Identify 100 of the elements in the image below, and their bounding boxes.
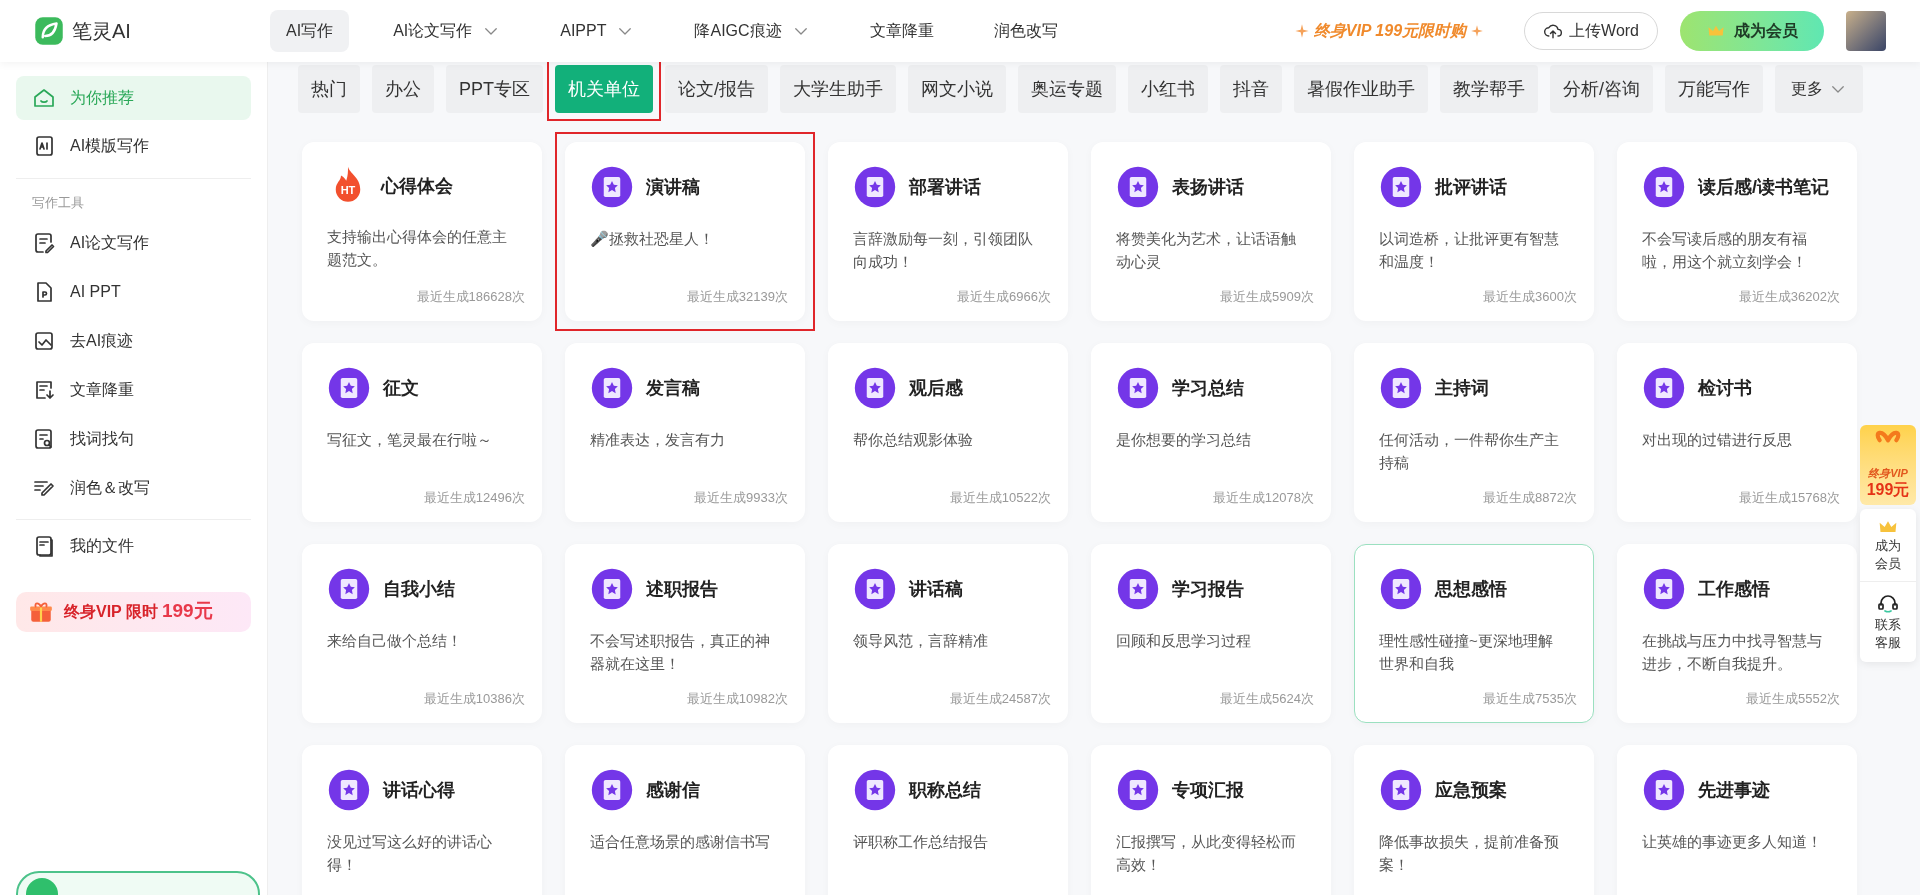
card-title: 主持词 <box>1435 376 1489 400</box>
card-description: 适合任意场景的感谢信书写 <box>590 832 771 852</box>
category-tab[interactable]: 小红书 <box>1128 65 1209 113</box>
star-document-icon <box>1116 567 1160 611</box>
template-card[interactable]: 述职报告 不会写述职报告，真正的神器就在这里！ 最近生成10982次 <box>565 544 805 723</box>
sidebar-item[interactable]: 去AI痕迹 <box>16 318 251 363</box>
card-description: 汇报撰写，从此变得轻松而高效！ <box>1116 832 1297 875</box>
sidebar-item[interactable]: 我的文件 <box>16 523 251 568</box>
usage-count: 最近生成36202次 <box>1738 287 1840 306</box>
template-card[interactable]: 先进事迹 让英雄的事迹更多人知道！ <box>1617 745 1857 895</box>
nav-tab[interactable]: 文章降重 <box>853 10 950 52</box>
sidebar-item[interactable]: 文章降重 <box>16 367 251 412</box>
star-document-icon <box>1642 366 1686 410</box>
template-card[interactable]: 思想感悟 理性感性碰撞~更深地理解世界和自我 最近生成7535次 <box>1354 544 1594 723</box>
nav-tab[interactable]: AI论文写作 <box>377 10 517 52</box>
card-description: 降低事故损失，提前准备预案！ <box>1379 832 1560 875</box>
star-document-icon <box>590 768 634 812</box>
template-card[interactable]: 批评讲话 以词造桥，让批评更有智慧和温度！ 最近生成3600次 <box>1354 142 1594 321</box>
template-card[interactable]: HT 心得体会 支持输出心得体会的任意主题范文。 最近生成186628次 <box>302 142 542 321</box>
category-tab[interactable]: 奥运专题 <box>1018 65 1117 113</box>
star-document-icon <box>1642 165 1686 209</box>
card-title: 检讨书 <box>1698 376 1752 400</box>
sidebar-item[interactable]: 润色＆改写 <box>16 465 251 510</box>
card-description: 不会写述职报告，真正的神器就在这里！ <box>590 631 771 674</box>
star-document-icon <box>327 366 371 410</box>
template-card[interactable]: 专项汇报 汇报撰写，从此变得轻松而高效！ <box>1091 745 1331 895</box>
nav-tab[interactable]: AIPPT <box>544 10 651 52</box>
star-document-icon <box>853 165 897 209</box>
nav-tab[interactable]: 降AIGC痕迹 <box>678 10 826 52</box>
star-document-icon <box>1116 768 1160 812</box>
nav-tab[interactable]: AI写作 <box>270 10 350 52</box>
template-card[interactable]: 部署讲话 言辞激励每一刻，引领团队向成功！ 最近生成6966次 <box>828 142 1068 321</box>
card-title: 演讲稿 <box>646 175 700 199</box>
category-tab[interactable]: 暑假作业助手 <box>1294 65 1429 113</box>
category-tab[interactable]: 大学生助手 <box>780 65 897 113</box>
template-card[interactable]: 自我小结 来给自己做个总结！ 最近生成10386次 <box>302 544 542 723</box>
template-card[interactable]: 学习报告 回顾和反思学习过程 最近生成5624次 <box>1091 544 1331 723</box>
card-description: 写征文，笔灵最在行啦～ <box>327 430 493 450</box>
card-title: 工作感悟 <box>1698 577 1770 601</box>
gift-text: 终身VIP <box>1868 465 1908 481</box>
star-document-icon <box>1642 768 1686 812</box>
usage-count: 最近生成32139次 <box>686 287 788 306</box>
template-card[interactable]: 职称总结 评职称工作总结报告 <box>828 745 1068 895</box>
template-card[interactable]: 发言稿 精准表达，发言有力 最近生成9933次 <box>565 343 805 522</box>
card-title: 部署讲话 <box>909 175 981 199</box>
category-tab[interactable]: 教学帮手 <box>1440 65 1539 113</box>
template-card[interactable]: 征文 写征文，笔灵最在行啦～ 最近生成12496次 <box>302 343 542 522</box>
gift-price: 199元 <box>1866 481 1910 499</box>
usage-count: 最近生成6966次 <box>957 287 1051 306</box>
category-tab[interactable]: 分析/咨询 <box>1550 65 1654 113</box>
category-tab[interactable]: 论文/报告 <box>665 65 769 113</box>
vip-banner-text: 终身VIP 限时 <box>64 601 158 622</box>
card-description: 评职称工作总结报告 <box>853 832 989 852</box>
category-tab[interactable]: 网文小说 <box>908 65 1007 113</box>
usage-count: 最近生成12078次 <box>1212 488 1314 507</box>
card-description: 没见过写这么好的讲话心得！ <box>327 832 493 875</box>
section-label: 写作工具 <box>31 194 85 212</box>
sidebar-item[interactable]: AI模版写作 <box>16 124 251 168</box>
sidebar-item[interactable]: 找词找句 <box>16 416 251 461</box>
more-button[interactable]: 更多 <box>1775 65 1864 113</box>
member-button[interactable]: 成为会员 <box>1680 11 1824 51</box>
card-title: 自我小结 <box>383 577 455 601</box>
category-tab[interactable]: 办公 <box>372 65 434 113</box>
usage-count: 最近生成15768次 <box>1738 488 1840 507</box>
member-float-button[interactable]: 成为会员 <box>1860 509 1916 582</box>
star-document-icon <box>1116 366 1160 410</box>
card-description: 领导风范，言辞精准 <box>853 631 989 651</box>
template-card[interactable]: 应急预案 降低事故损失，提前准备预案！ <box>1354 745 1594 895</box>
card-description: 🎤拯救社恐星人！ <box>590 229 715 249</box>
sidebar-item[interactable]: AI PPT <box>16 269 251 314</box>
usage-count: 最近生成10386次 <box>423 689 525 708</box>
template-card[interactable]: 主持词 任何活动，一件帮你生产主持稿 最近生成8872次 <box>1354 343 1594 522</box>
card-title: 讲话稿 <box>909 577 963 601</box>
star-document-icon <box>590 165 634 209</box>
template-card[interactable]: 演讲稿 🎤拯救社恐星人！ 最近生成32139次 <box>565 142 805 321</box>
template-card[interactable]: 感谢信 适合任意场景的感谢信书写 <box>565 745 805 895</box>
template-card[interactable]: 观后感 帮你总结观影体验 最近生成10522次 <box>828 343 1068 522</box>
vip-banner[interactable]: 终身VIP 限时 199元 <box>16 591 251 632</box>
template-card[interactable]: 表扬讲话 将赞美化为艺术，让话语触动心灵 最近生成5909次 <box>1091 142 1331 321</box>
category-tab[interactable]: 抖音 <box>1220 65 1283 113</box>
nav-tab[interactable]: 润色改写 <box>977 10 1074 52</box>
template-card[interactable]: 读后感/读书笔记 不会写读后感的朋友有福啦，用这个就立刻学会！ 最近生成36202次 <box>1617 142 1857 321</box>
service-float-button[interactable]: 联系客服 <box>1860 582 1916 662</box>
card-title: 表扬讲话 <box>1172 175 1244 199</box>
vip-gift-badge[interactable]: 终身VIP 199元 <box>1860 425 1916 505</box>
sidebar-item[interactable]: AI论文写作 <box>16 220 251 265</box>
star-document-icon <box>1642 567 1686 611</box>
category-tab[interactable]: 热门 <box>298 65 360 113</box>
document-pen-icon <box>32 230 56 255</box>
template-card[interactable]: 讲话心得 没见过写这么好的讲话心得！ <box>302 745 542 895</box>
template-card[interactable]: 检讨书 对出现的过错进行反思 最近生成15768次 <box>1617 343 1857 522</box>
category-tab[interactable]: PPT专区 <box>446 65 543 113</box>
card-description: 支持输出心得体会的任意主题范文。 <box>327 227 508 270</box>
category-tab[interactable]: 万能写作 <box>1665 65 1764 113</box>
template-card[interactable]: 讲话稿 领导风范，言辞精准 最近生成24587次 <box>828 544 1068 723</box>
template-card[interactable]: 工作感悟 在挑战与压力中找寻智慧与进步，不断自我提升。 最近生成5552次 <box>1617 544 1857 723</box>
avatar-placeholder[interactable] <box>1846 11 1886 51</box>
card-title: 感谢信 <box>646 778 700 802</box>
template-card[interactable]: 学习总结 是你想要的学习总结 最近生成12078次 <box>1091 343 1331 522</box>
card-title: 思想感悟 <box>1435 577 1507 601</box>
